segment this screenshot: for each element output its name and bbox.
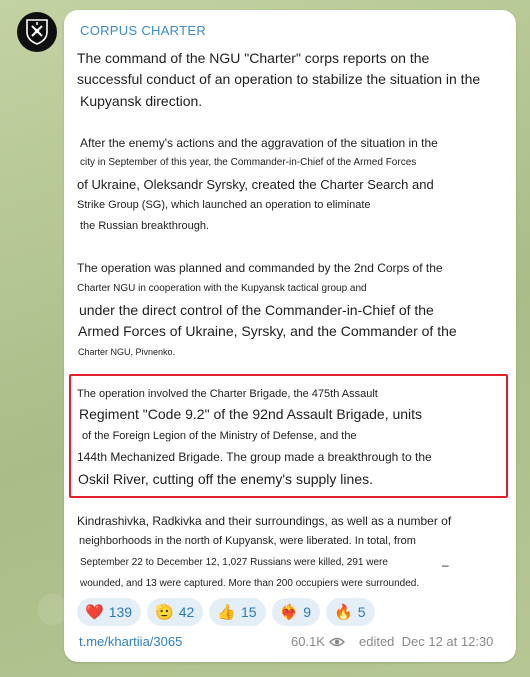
dash-mark: – [442,558,449,572]
reaction-salute[interactable]: 🫡 42 [147,598,204,626]
reaction-count: 139 [108,604,133,620]
para4-line-1: Kindrashivka, Radkivka and their surroun… [77,514,452,528]
eye-icon [328,637,345,646]
salute-icon: 🫡 [155,603,174,621]
reaction-fire[interactable]: 🔥 5 [326,598,375,626]
para3-line-2: Regiment "Code 9.2" of the 92nd Assault … [79,406,423,422]
reaction-thumbs-up[interactable]: 👍 15 [209,598,266,626]
charter-logo-icon [26,19,48,45]
heart-on-fire-icon: ❤️‍🔥 [279,603,299,621]
reactions-bar: ❤️ 139 🫡 42 👍 15 ❤️‍🔥 9 🔥 5 [77,598,375,626]
thumbs-up-icon: 👍 [217,603,236,621]
channel-name[interactable]: CORPUS CHARTER [80,23,206,38]
view-count: 60.1K [291,634,325,649]
intro-line-1: The command of the NGU "Charter" corps r… [77,50,430,66]
para4-line-4: wounded, and 13 were captured. More than… [80,578,420,589]
reaction-count: 5 [357,604,366,620]
para3-line-4: 144th Mechanized Brigade. The group made… [77,450,432,464]
reaction-heart[interactable]: ❤️ 139 [77,598,142,626]
para1-line-1: After the enemy's actions and the aggrav… [80,136,438,150]
para2-line-3: under the direct control of the Commande… [79,302,434,318]
reaction-heart-on-fire[interactable]: ❤️‍🔥 9 [271,598,321,626]
para2-line-5: Charter NGU, Pivnenko. [78,347,176,357]
para1-line-5: the Russian breakthrough. [80,220,210,232]
para1-line-2: city in September of this year, the Comm… [80,157,417,168]
edited-timestamp: edited Dec 12 at 12:30 [358,634,494,649]
post-link[interactable]: t.me/khartiia/3065 [79,634,182,649]
para2-line-4: Armed Forces of Ukraine, Syrsky, and the… [78,323,457,339]
reaction-count: 9 [303,604,312,620]
reaction-count: 42 [178,604,195,620]
para1-line-4: Strike Group (SG), which launched an ope… [77,199,371,211]
para4-line-3: September 22 to December 12, 1,027 Russi… [80,557,388,568]
intro-line-2: successful conduct of an operation to st… [77,71,481,87]
para3-line-5: Oskil River, cutting off the enemy's sup… [78,471,373,487]
para3-line-3: of the Foreign Legion of the Ministry of… [82,430,357,442]
para2-line-1: The operation was planned and commanded … [77,261,443,275]
post-meta: 60.1K edited Dec 12 at 12:30 [291,634,493,649]
fire-icon: 🔥 [334,603,353,621]
para4-line-2: neighborhoods in the north of Kupyansk, … [79,535,416,547]
para3-line-1: The operation involved the Charter Briga… [77,388,378,400]
intro-line-3: Kupyansk direction. [80,93,203,109]
para2-line-2: Charter NGU in cooperation with the Kupy… [77,283,367,294]
para1-line-3: of Ukraine, Oleksandr Syrsky, created th… [77,177,434,192]
heart-icon: ❤️ [85,603,104,621]
reaction-count: 15 [241,604,257,620]
channel-avatar[interactable] [17,12,57,52]
